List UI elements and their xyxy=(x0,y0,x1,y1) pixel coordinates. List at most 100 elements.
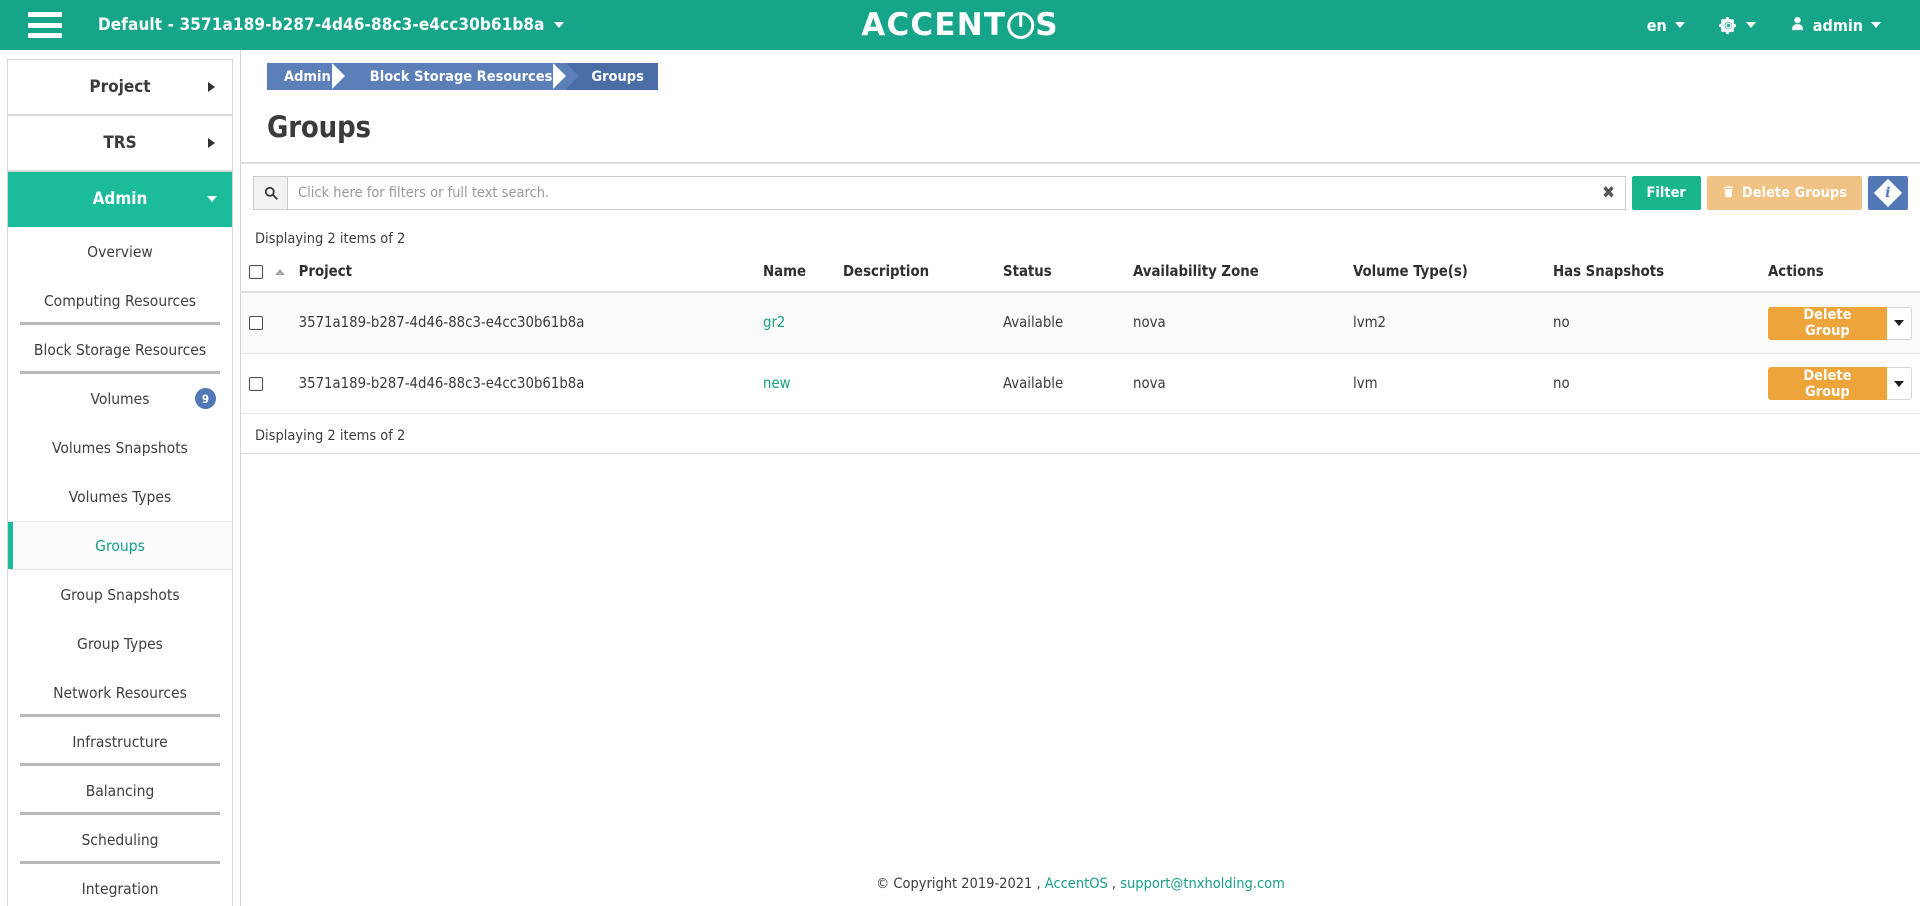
sidebar-item-balancing[interactable]: Balancing xyxy=(8,766,232,815)
info-letter: i xyxy=(1885,184,1891,201)
chevron-right-icon xyxy=(208,82,215,92)
sidebar-item-label: Scheduling xyxy=(81,830,159,849)
sidebar-item-groups[interactable]: Groups xyxy=(8,521,232,570)
cell-description xyxy=(835,353,995,414)
gear-icon xyxy=(1718,16,1738,35)
cell-volume-types: lvm xyxy=(1345,353,1545,414)
delete-group-button[interactable]: Delete Group xyxy=(1768,367,1887,400)
column-select-all xyxy=(241,256,299,293)
content-area: Admin Block Storage Resources Groups Gro… xyxy=(241,50,1920,906)
sidebar-item-label: Overview xyxy=(87,242,153,261)
row-select-cell xyxy=(241,292,299,354)
sidebar-panel-label: TRS xyxy=(103,133,137,153)
sidebar-item-group-snapshots[interactable]: Group Snapshots xyxy=(8,570,232,619)
copyright-text: © Copyright 2019-2021 , xyxy=(876,876,1041,892)
delete-groups-button[interactable]: Delete Groups xyxy=(1706,176,1862,210)
cell-description xyxy=(835,292,995,354)
hamburger-bar xyxy=(28,22,62,28)
delete-group-button[interactable]: Delete Group xyxy=(1768,306,1887,340)
column-actions: Actions xyxy=(1760,256,1920,293)
sidebar-panel-header-trs[interactable]: TRS xyxy=(8,116,232,171)
user-menu[interactable]: admin xyxy=(1773,0,1898,50)
sidebar-panel-header-admin[interactable]: Admin xyxy=(8,172,232,227)
column-project[interactable]: Project xyxy=(298,256,755,293)
brand-text-right: S xyxy=(1035,7,1059,43)
row-actions-dropdown-toggle[interactable] xyxy=(1886,367,1912,400)
settings-menu[interactable] xyxy=(1702,0,1773,50)
sidebar-item-scheduling[interactable]: Scheduling xyxy=(8,815,232,864)
top-navbar: Default - 3571a189-b287-4d46-88c3-e4cc30… xyxy=(0,0,1920,50)
power-o-icon xyxy=(1007,11,1035,39)
sidebar-item-label: Group Types xyxy=(77,634,163,653)
sidebar-item-infrastructure[interactable]: Infrastructure xyxy=(8,717,232,766)
column-volume-types[interactable]: Volume Type(s) xyxy=(1345,256,1545,293)
column-description[interactable]: Description xyxy=(835,256,995,293)
sidebar-item-network-resources[interactable]: Network Resources xyxy=(8,668,232,717)
clear-search-icon[interactable]: ✖ xyxy=(1593,177,1625,209)
table-toolbar: ✖ Filter Delete Groups i xyxy=(241,163,1920,222)
cell-project: 3571a189-b287-4d46-88c3-e4cc30b61b8a xyxy=(298,292,755,354)
sidebar-item-group-types[interactable]: Group Types xyxy=(8,619,232,668)
filter-button-label: Filter xyxy=(1646,185,1686,201)
info-button[interactable]: i xyxy=(1868,176,1908,210)
row-action-group: Delete Group xyxy=(1768,367,1912,400)
cell-has-snapshots: no xyxy=(1545,353,1760,414)
row-select-cell xyxy=(241,353,299,414)
cell-availability-zone: nova xyxy=(1125,292,1345,354)
search-icon[interactable] xyxy=(254,177,288,209)
sidebar-item-label: Infrastructure xyxy=(72,732,168,751)
sidebar-item-overview[interactable]: Overview xyxy=(8,227,232,276)
sidebar-item-label: Network Resources xyxy=(53,683,187,702)
group-name-link[interactable]: gr2 xyxy=(763,314,785,331)
column-has-snapshots[interactable]: Has Snapshots xyxy=(1545,256,1760,293)
main-layout: Project TRS Admin Overview Computing Res… xyxy=(0,50,1920,906)
language-selector[interactable]: en xyxy=(1630,0,1702,50)
sidebar-item-volumes-snapshots[interactable]: Volumes Snapshots xyxy=(8,423,232,472)
sidebar-item-volumes-types[interactable]: Volumes Types xyxy=(8,472,232,521)
sidebar-item-label: Block Storage Resources xyxy=(33,340,207,359)
content-inner: Admin Block Storage Resources Groups Gro… xyxy=(241,50,1920,162)
chevron-down-icon xyxy=(1893,320,1904,326)
breadcrumb-item-block-storage-resources[interactable]: Block Storage Resources xyxy=(331,63,579,90)
row-checkbox[interactable] xyxy=(249,316,263,331)
search-input[interactable] xyxy=(288,177,1593,209)
hamburger-icon[interactable] xyxy=(28,12,62,38)
cell-availability-zone: nova xyxy=(1125,353,1345,414)
column-availability-zone[interactable]: Availability Zone xyxy=(1125,256,1345,293)
breadcrumb-item-groups: Groups xyxy=(553,63,658,90)
sidebar-item-integration[interactable]: Integration xyxy=(8,864,232,906)
sort-ascending-icon[interactable] xyxy=(274,269,285,275)
row-actions-dropdown-toggle[interactable] xyxy=(1886,306,1912,340)
hamburger-bar xyxy=(28,33,62,38)
sidebar-panel-header-project[interactable]: Project xyxy=(8,60,232,115)
sidebar-item-volumes[interactable]: Volumes 9 xyxy=(8,374,232,423)
breadcrumb: Admin Block Storage Resources Groups xyxy=(267,63,1894,90)
table-row: 3571a189-b287-4d46-88c3-e4cc30b61b8a new… xyxy=(241,353,1920,414)
filter-button[interactable]: Filter xyxy=(1631,176,1701,210)
column-name[interactable]: Name xyxy=(755,256,835,293)
breadcrumb-label: Admin xyxy=(284,68,331,85)
language-label: en xyxy=(1646,15,1667,35)
page-footer: © Copyright 2019-2021 , AccentOS , suppo… xyxy=(241,876,1920,906)
select-all-checkbox[interactable] xyxy=(249,265,263,279)
tenant-label: Default - 3571a189-b287-4d46-88c3-e4cc30… xyxy=(98,15,545,35)
tenant-selector[interactable]: Default - 3571a189-b287-4d46-88c3-e4cc30… xyxy=(98,15,564,35)
sidebar-item-label: Volumes xyxy=(90,389,150,408)
sidebar-item-computing-resources[interactable]: Computing Resources xyxy=(8,276,232,325)
sidebar-item-block-storage-resources[interactable]: Block Storage Resources xyxy=(8,325,232,374)
groups-table-panel: ✖ Filter Delete Groups i xyxy=(241,162,1920,454)
chevron-down-icon xyxy=(207,196,217,202)
table-header-row: Project Name Description Status Availabi… xyxy=(241,256,1920,293)
page-title: Groups xyxy=(267,110,371,144)
group-name-link[interactable]: new xyxy=(763,375,791,392)
accentos-link[interactable]: AccentOS xyxy=(1045,876,1108,892)
sidebar: Project TRS Admin Overview Computing Res… xyxy=(0,50,241,906)
support-email-link[interactable]: support@tnxholding.com xyxy=(1120,876,1285,892)
column-status[interactable]: Status xyxy=(995,256,1125,293)
table-row: 3571a189-b287-4d46-88c3-e4cc30b61b8a gr2… xyxy=(241,292,1920,354)
sidebar-item-label: Computing Resources xyxy=(43,291,197,310)
table-head: Project Name Description Status Availabi… xyxy=(241,256,1920,293)
sidebar-item-label: Integration xyxy=(81,879,159,898)
row-checkbox[interactable] xyxy=(249,376,263,391)
items-count-top: Displaying 2 items of 2 xyxy=(255,231,406,247)
